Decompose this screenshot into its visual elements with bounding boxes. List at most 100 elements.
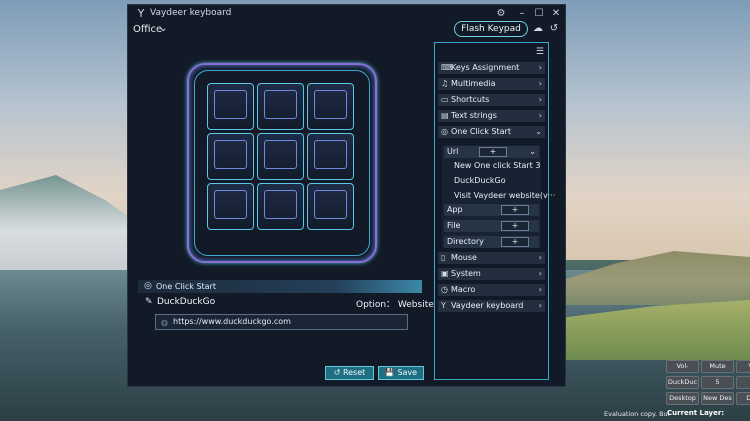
key-1[interactable] [207,83,254,130]
layer-key-8[interactable]: New Des [701,392,734,405]
url-category-label: Url [447,147,459,156]
close-icon[interactable]: ✕ [549,7,563,21]
url-input[interactable]: ◍ https://www.duckduckgo.com [155,314,408,330]
layer-key-3[interactable]: Vo [736,360,750,373]
panel-item-multimedia[interactable]: ♫ Multimedia › [438,78,545,90]
minimize-icon[interactable]: – [515,7,529,21]
layer-key-7[interactable]: Desktop [666,392,699,405]
url-item[interactable]: New One click Start 3 [454,161,540,170]
key-3[interactable] [307,83,354,130]
profile-selector[interactable]: Office [133,24,162,35]
evaluation-watermark: Evaluation copy. Bui [604,410,670,418]
shortcuts-icon: ▭ [441,95,449,104]
vaydeer-icon: Y [441,301,446,310]
chevron-down-icon: ⌄ [535,127,542,136]
macro-icon: ◷ [441,285,448,294]
chevron-right-icon: › [538,253,542,262]
panel-item-label: System [451,269,481,278]
panel-item-vaydeer-keyboard[interactable]: Y Vaydeer keyboard › [438,300,545,312]
add-url-button[interactable]: + [479,147,507,157]
function-panel: ☰ ⌨ Keys Assignment › ♫ Multimedia › ▭ S… [434,42,555,380]
panel-item-keys-assignment[interactable]: ⌨ Keys Assignment › [438,62,545,74]
key-2[interactable] [257,83,304,130]
directory-category-row[interactable]: Directory + [444,236,539,248]
panel-item-label: Shortcuts [451,95,490,104]
panel-item-mouse[interactable]: ▯ Mouse › [438,252,545,264]
text-icon: ▤ [441,111,449,120]
panel-item-macro[interactable]: ◷ Macro › [438,284,545,296]
settings-icon[interactable]: ⚙ [494,7,508,21]
layer-key-6[interactable]: 6 [736,376,750,389]
key-9[interactable] [307,183,354,230]
edit-icon: ✎ [145,297,153,307]
panel-item-text-strings[interactable]: ▤ Text strings › [438,110,545,122]
entry-name[interactable]: DuckDuckGo [157,297,215,307]
option-label: Option： Website [356,300,434,310]
layer-key-2[interactable]: Mute [701,360,734,373]
url-item[interactable]: DuckDuckGo [454,176,506,185]
panel-item-label: Keys Assignment [451,63,520,72]
filter-icon[interactable]: ☰ [536,47,544,57]
reset-label: Reset [342,368,366,377]
key-4[interactable] [207,133,254,180]
launch-icon: ◎ [441,127,448,136]
panel-item-label: Mouse [451,253,477,262]
key-5[interactable] [257,133,304,180]
file-category-label: File [447,221,461,230]
save-label: Save [397,368,418,377]
directory-category-label: Directory [447,237,484,246]
flash-keypad-button[interactable]: Flash Keypad [454,21,528,37]
cloud-icon[interactable]: ☁ [532,23,544,35]
url-category-row[interactable]: Url + ⌄ [444,146,539,158]
layer-key-9[interactable]: Des [736,392,750,405]
panel-item-label: One Click Start [451,127,511,136]
layer-key-4[interactable]: DuckDuc [666,376,699,389]
history-icon[interactable]: ↺ [548,23,560,35]
layer-key-1[interactable]: Vol- [666,360,699,373]
chevron-right-icon: › [538,95,542,104]
launch-icon: ◎ [144,281,152,291]
chevron-right-icon: › [538,269,542,278]
chevron-down-icon[interactable]: ⌄ [529,146,536,158]
chevron-right-icon: › [538,79,542,88]
url-value[interactable]: https://www.duckduckgo.com [173,317,291,326]
key-6[interactable] [307,133,354,180]
url-item[interactable]: Visit Vaydeer website(v··· [454,191,555,200]
keypad-preview [187,63,377,263]
add-file-button[interactable]: + [501,221,529,231]
one-click-start-submenu: Url + ⌄ New One click Start 3 DuckDuckGo… [442,145,555,248]
app-window: Y Vaydeer keyboard ⚙ – ☐ ✕ Office ⌄ Flas… [127,4,566,387]
chevron-right-icon: › [538,63,542,72]
layer-key-5[interactable]: 5 [701,376,734,389]
reset-button[interactable]: ↺ Reset [325,366,374,380]
chevron-down-icon[interactable]: ⌄ [159,23,167,34]
panel-item-label: Macro [451,285,476,294]
current-layer-label: Current Layer: [667,409,725,417]
chevron-right-icon: › [538,285,542,294]
vaydeer-logo-icon: Y [137,7,145,20]
window-title: Vaydeer keyboard [150,8,232,18]
app-category-label: App [447,205,463,214]
save-button[interactable]: 💾 Save [378,366,424,380]
panel-item-one-click-start[interactable]: ◎ One Click Start ⌄ [438,126,545,138]
app-category-row[interactable]: App + [444,204,539,216]
add-app-button[interactable]: + [501,205,529,215]
panel-item-label: Multimedia [451,79,496,88]
globe-icon: ◍ [161,318,168,327]
panel-item-system[interactable]: ▣ System › [438,268,545,280]
panel-item-label: Text strings [451,111,497,120]
key-8[interactable] [257,183,304,230]
section-title: One Click Start [156,282,216,291]
panel-item-label: Vaydeer keyboard [451,301,524,310]
add-directory-button[interactable]: + [501,237,529,247]
mouse-icon: ▯ [441,253,446,262]
panel-item-shortcuts[interactable]: ▭ Shortcuts › [438,94,545,106]
system-icon: ▣ [441,269,449,278]
chevron-right-icon: › [538,301,542,310]
layer-widget: Vol- Mute Vo DuckDuc 5 6 Desktop New Des… [664,358,750,410]
file-category-row[interactable]: File + [444,220,539,232]
multimedia-icon: ♫ [441,79,449,88]
chevron-right-icon: › [538,111,542,120]
key-7[interactable] [207,183,254,230]
maximize-icon[interactable]: ☐ [532,7,546,21]
